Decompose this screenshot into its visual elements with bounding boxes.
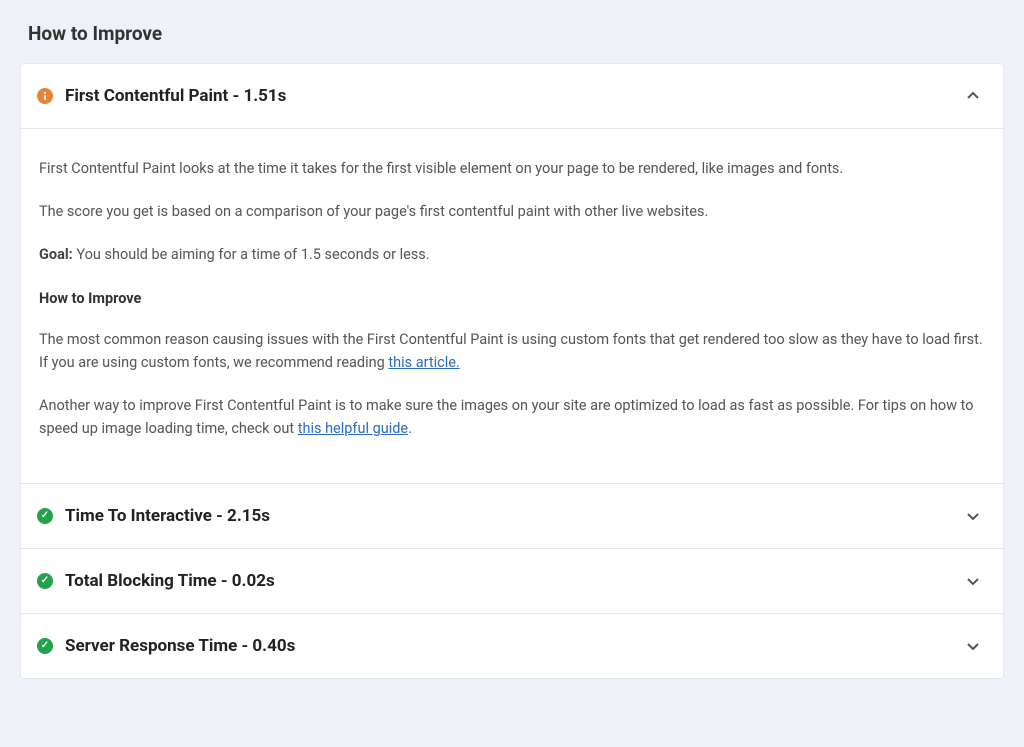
accordion-header-fcp[interactable]: First Contentful Paint - 1.51s xyxy=(21,64,1003,128)
info-icon xyxy=(37,88,53,104)
chevron-down-icon xyxy=(963,636,983,656)
chevron-down-icon xyxy=(963,571,983,591)
goal-label: Goal: xyxy=(39,246,73,263)
accordion-item-tbt: Total Blocking Time - 0.02s xyxy=(21,548,1003,613)
fcp-article-link[interactable]: this article. xyxy=(388,354,459,371)
chevron-down-icon xyxy=(963,506,983,526)
chevron-up-icon xyxy=(963,86,983,106)
check-icon xyxy=(37,638,53,654)
goal-text: You should be aiming for a time of 1.5 s… xyxy=(73,246,430,263)
fcp-p4-text-a: Another way to improve First Contentful … xyxy=(39,397,974,437)
fcp-p4-text-b: . xyxy=(408,420,412,437)
accordion-item-fcp: First Contentful Paint - 1.51s First Con… xyxy=(21,64,1003,483)
accordion-item-tti: Time To Interactive - 2.15s xyxy=(21,483,1003,548)
accordion-item-srt: Server Response Time - 0.40s xyxy=(21,613,1003,678)
fcp-paragraph-1: First Contentful Paint looks at the time… xyxy=(39,157,985,180)
accordion-title: First Contentful Paint - 1.51s xyxy=(65,86,963,106)
section-title: How to Improve xyxy=(20,0,1004,63)
accordion-header-srt[interactable]: Server Response Time - 0.40s xyxy=(21,614,1003,678)
accordion-title: Server Response Time - 0.40s xyxy=(65,636,963,656)
accordion-header-tbt[interactable]: Total Blocking Time - 0.02s xyxy=(21,549,1003,613)
fcp-guide-link[interactable]: this helpful guide xyxy=(298,420,408,437)
fcp-goal: Goal: You should be aiming for a time of… xyxy=(39,243,985,266)
accordion-header-tti[interactable]: Time To Interactive - 2.15s xyxy=(21,484,1003,548)
fcp-paragraph-4: Another way to improve First Contentful … xyxy=(39,394,985,440)
accordion: First Contentful Paint - 1.51s First Con… xyxy=(20,63,1004,679)
check-icon xyxy=(37,573,53,589)
check-icon xyxy=(37,508,53,524)
accordion-title: Time To Interactive - 2.15s xyxy=(65,506,963,526)
fcp-paragraph-2: The score you get is based on a comparis… xyxy=(39,200,985,223)
fcp-sub-heading: How to Improve xyxy=(39,287,985,310)
fcp-p3-text: The most common reason causing issues wi… xyxy=(39,331,983,371)
accordion-body-fcp: First Contentful Paint looks at the time… xyxy=(21,128,1003,483)
fcp-paragraph-3: The most common reason causing issues wi… xyxy=(39,328,985,374)
accordion-title: Total Blocking Time - 0.02s xyxy=(65,571,963,591)
